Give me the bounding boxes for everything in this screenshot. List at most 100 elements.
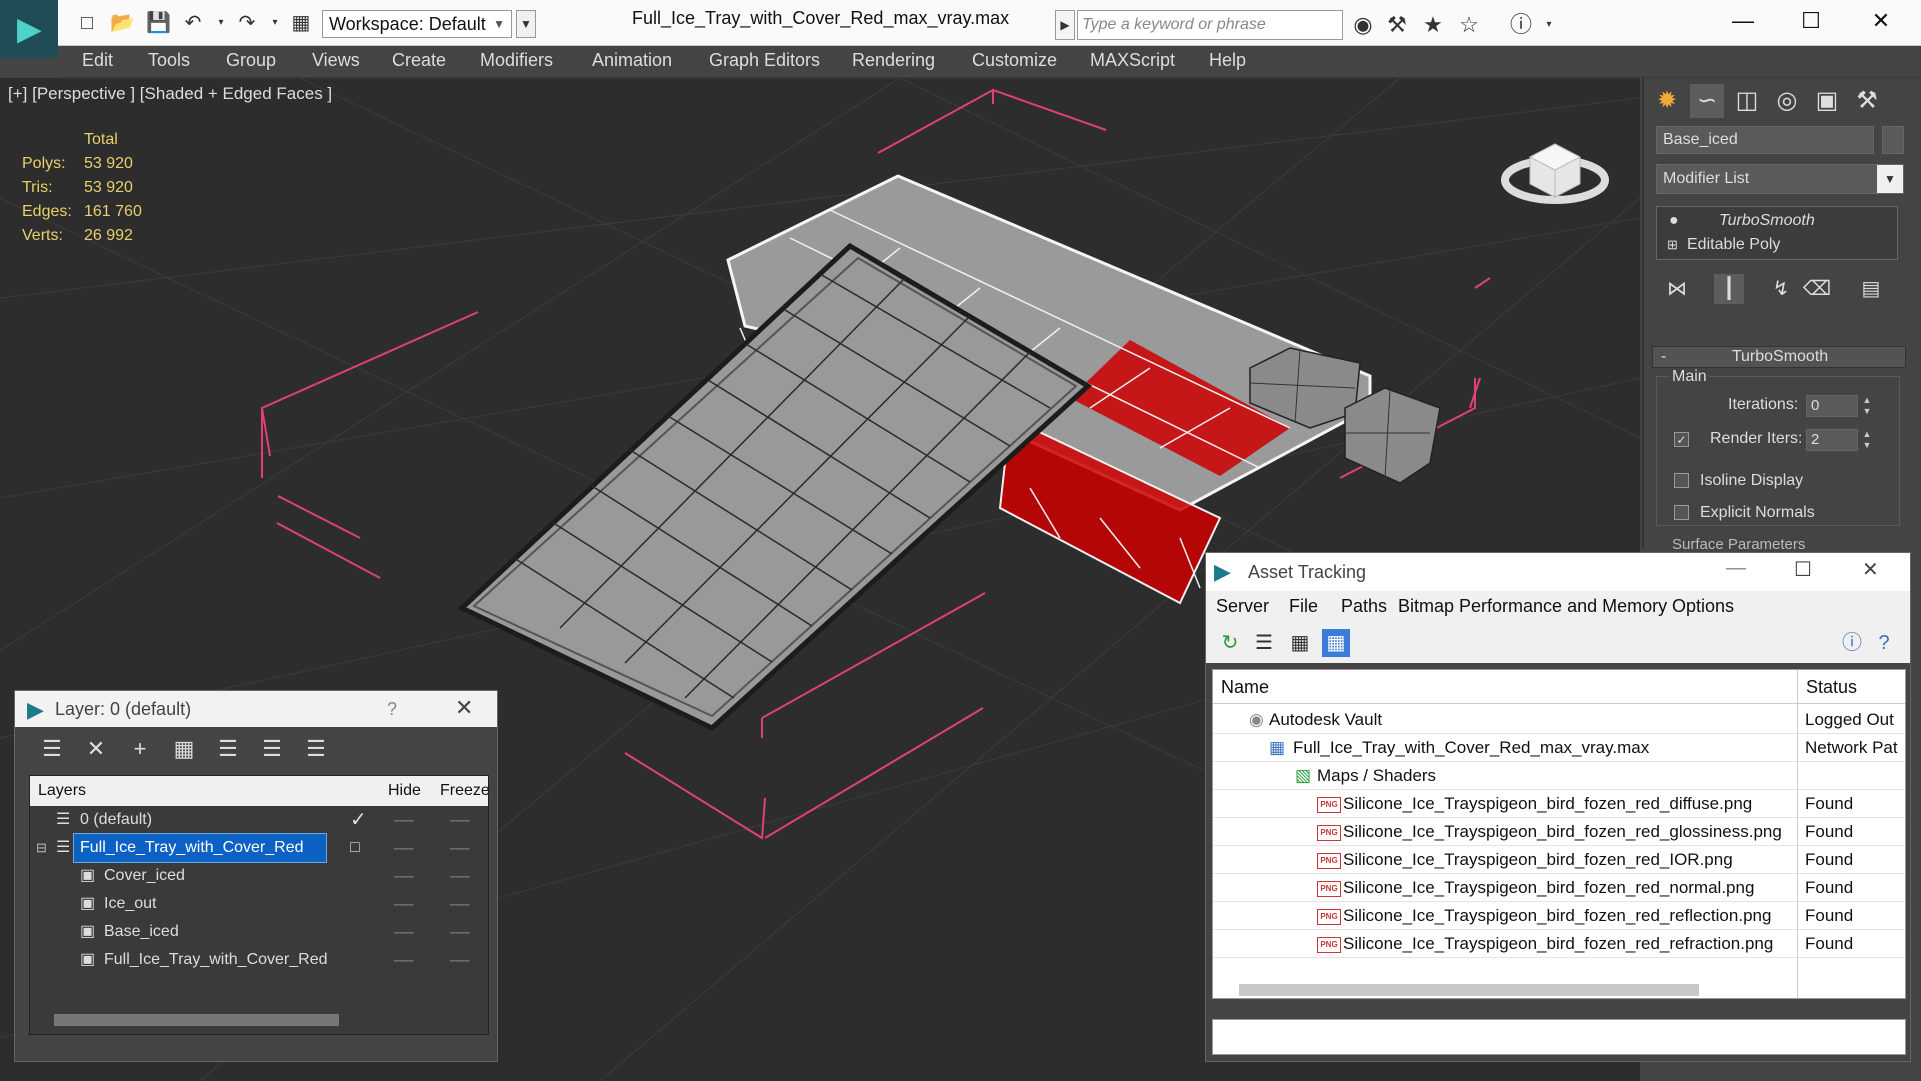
render-iters-checkbox[interactable]: ✓ <box>1674 432 1689 447</box>
surface-parameters-label[interactable]: Surface Parameters <box>1672 536 1805 553</box>
hide-toggle[interactable]: ── <box>394 834 414 862</box>
iterations-spinner[interactable]: 0 <box>1806 395 1858 417</box>
set-current-layer-icon[interactable]: □ <box>350 834 360 862</box>
layer-row[interactable]: ▣ Ice_out ── ── <box>30 890 488 918</box>
freeze-toggle[interactable]: ── <box>450 890 470 918</box>
set-current-layer-icon[interactable]: ☰ <box>301 733 331 765</box>
select-layer-objects-icon[interactable]: ☰ <box>213 733 243 765</box>
configure-modifier-sets-icon[interactable]: ▤ <box>1856 274 1886 304</box>
freeze-column-header[interactable]: Freeze <box>440 776 490 806</box>
layer-row[interactable]: ⊟ ☰ Full_Ice_Tray_with_Cover_Red □ ── ── <box>30 833 488 863</box>
help-dropdown-icon[interactable]: ▾ <box>1536 12 1562 38</box>
layer-row[interactable]: ▣ Cover_iced ── ── <box>30 862 488 890</box>
refresh-icon[interactable]: ↻ <box>1216 629 1244 657</box>
menu-edit[interactable]: Edit <box>82 50 113 71</box>
lightbulb-icon[interactable]: ● <box>1669 209 1679 233</box>
hide-toggle[interactable]: ── <box>394 806 414 834</box>
pin-stack-icon[interactable]: ⋈ <box>1662 274 1692 304</box>
freeze-toggle[interactable]: ── <box>450 918 470 946</box>
spinner-arrows-icon[interactable]: ▲ ▼ <box>1862 429 1872 451</box>
menu-rendering[interactable]: Rendering <box>852 50 935 71</box>
minimize-icon[interactable]: — <box>1726 6 1760 36</box>
hide-toggle[interactable]: ── <box>394 946 414 974</box>
thumbnail-view-icon[interactable]: ▦ <box>1286 629 1314 657</box>
help-button[interactable]: ? <box>387 699 397 720</box>
stack-item-editable-poly[interactable]: ⊞ Editable Poly <box>1657 233 1897 257</box>
binoculars-icon[interactable]: ◉ <box>1350 12 1376 38</box>
hide-toggle[interactable]: ── <box>394 918 414 946</box>
freeze-toggle[interactable]: ── <box>450 862 470 890</box>
menu-bitmap-performance[interactable]: Bitmap Performance and Memory <box>1398 596 1667 617</box>
utilities-tab-icon[interactable]: ⚒ <box>1850 84 1884 118</box>
hierarchy-tab-icon[interactable]: ◫ <box>1730 84 1764 118</box>
freeze-toggle[interactable]: ── <box>450 806 470 834</box>
motion-tab-icon[interactable]: ◎ <box>1770 84 1804 118</box>
modify-tab-icon[interactable]: ∽ <box>1690 84 1724 118</box>
new-file-icon[interactable]: □ <box>76 12 98 34</box>
viewcube-icon[interactable] <box>1500 122 1610 222</box>
asset-row[interactable]: PNG Silicone_Ice_Trayspigeon_bird_fozen_r… <box>1213 874 1905 902</box>
asset-row[interactable]: ◉ Autodesk Vault Logged Out <box>1213 706 1905 734</box>
remove-modifier-icon[interactable]: ⌫ <box>1802 274 1832 304</box>
menu-maxscript[interactable]: MAXScript <box>1090 50 1175 71</box>
menu-file[interactable]: File <box>1289 596 1318 617</box>
explicit-normals-checkbox[interactable] <box>1674 505 1689 520</box>
display-tab-icon[interactable]: ▣ <box>1810 84 1844 118</box>
redo-dropdown-icon[interactable]: ▾ <box>264 12 286 34</box>
undo-icon[interactable]: ↶ <box>182 12 204 34</box>
minimize-icon[interactable]: — <box>1726 557 1746 580</box>
help-icon[interactable]: ⓘ <box>1508 12 1534 38</box>
layer-row[interactable]: ☰ 0 (default) ✓ ── ── <box>30 806 488 834</box>
menu-options[interactable]: Options <box>1672 596 1734 617</box>
menu-customize[interactable]: Customize <box>972 50 1057 71</box>
asset-row[interactable]: PNG Silicone_Ice_Trayspigeon_bird_fozen_r… <box>1213 930 1905 958</box>
undo-dropdown-icon[interactable]: ▾ <box>210 12 232 34</box>
menu-views[interactable]: Views <box>312 50 360 71</box>
vault-help-icon[interactable]: ⓘ <box>1838 629 1866 657</box>
close-icon[interactable]: ✕ <box>1864 6 1898 36</box>
search-expand-button[interactable]: ▶ <box>1055 10 1075 40</box>
create-tab-icon[interactable]: ✹ <box>1650 84 1684 118</box>
modifier-list-dropdown[interactable]: Modifier List ▼ <box>1656 164 1904 194</box>
search-input[interactable]: Type a keyword or phrase <box>1077 10 1343 40</box>
menu-graph-editors[interactable]: Graph Editors <box>709 50 820 71</box>
current-layer-check-icon[interactable]: ✓ <box>350 806 367 834</box>
isoline-display-checkbox[interactable] <box>1674 473 1689 488</box>
communication-icon[interactable]: ★ <box>1420 12 1446 38</box>
close-icon[interactable]: ✕ <box>455 695 473 721</box>
list-view-icon[interactable]: ☰ <box>1250 629 1278 657</box>
asset-row[interactable]: PNG Silicone_Ice_Trayspigeon_bird_fozen_r… <box>1213 790 1905 818</box>
menu-create[interactable]: Create <box>392 50 446 71</box>
status-column-header[interactable]: Status <box>1797 670 1857 704</box>
asset-row[interactable]: PNG Silicone_Ice_Trayspigeon_bird_fozen_r… <box>1213 818 1905 846</box>
workspace-selector[interactable]: Workspace: Default ▼ <box>322 10 512 38</box>
menu-modifiers[interactable]: Modifiers <box>480 50 553 71</box>
freeze-toggle[interactable]: ── <box>450 946 470 974</box>
collapse-icon[interactable]: ⊟ <box>36 834 47 862</box>
render-iters-spinner[interactable]: 2 <box>1806 429 1858 451</box>
show-end-result-icon[interactable]: ┃ <box>1714 274 1744 304</box>
layer-row[interactable]: ▣ Base_iced ── ── <box>30 918 488 946</box>
menu-animation[interactable]: Animation <box>592 50 672 71</box>
name-column-header[interactable]: Name <box>1221 670 1269 704</box>
viewport-label[interactable]: [+] [Perspective ] [Shaded + Edged Faces… <box>8 84 332 104</box>
highlight-layer-icon[interactable]: ☰ <box>257 733 287 765</box>
close-icon[interactable]: ✕ <box>1862 557 1879 582</box>
menu-group[interactable]: Group <box>226 50 276 71</box>
hide-toggle[interactable]: ── <box>394 890 414 918</box>
object-name-field[interactable]: Base_iced <box>1656 126 1874 154</box>
asset-row[interactable]: ▦ Full_Ice_Tray_with_Cover_Red_max_vray.… <box>1213 734 1905 762</box>
hide-column-header[interactable]: Hide <box>388 776 421 806</box>
favorites-icon[interactable]: ☆ <box>1456 12 1482 38</box>
freeze-toggle[interactable]: ── <box>450 834 470 862</box>
horizontal-scrollbar[interactable] <box>54 1014 339 1026</box>
redo-icon[interactable]: ↷ <box>236 12 258 34</box>
help-icon[interactable]: ? <box>1870 629 1898 657</box>
project-folder-icon[interactable]: ▦ <box>290 12 312 34</box>
stack-item-turbosmooth[interactable]: ● TurboSmooth <box>1657 209 1897 233</box>
layer-options-icon[interactable]: ☰ <box>37 733 67 765</box>
expand-icon[interactable]: ⊞ <box>1667 233 1678 257</box>
workspace-menu-button[interactable]: ▼ <box>516 10 536 38</box>
menu-paths[interactable]: Paths <box>1341 596 1387 617</box>
hide-toggle[interactable]: ── <box>394 862 414 890</box>
